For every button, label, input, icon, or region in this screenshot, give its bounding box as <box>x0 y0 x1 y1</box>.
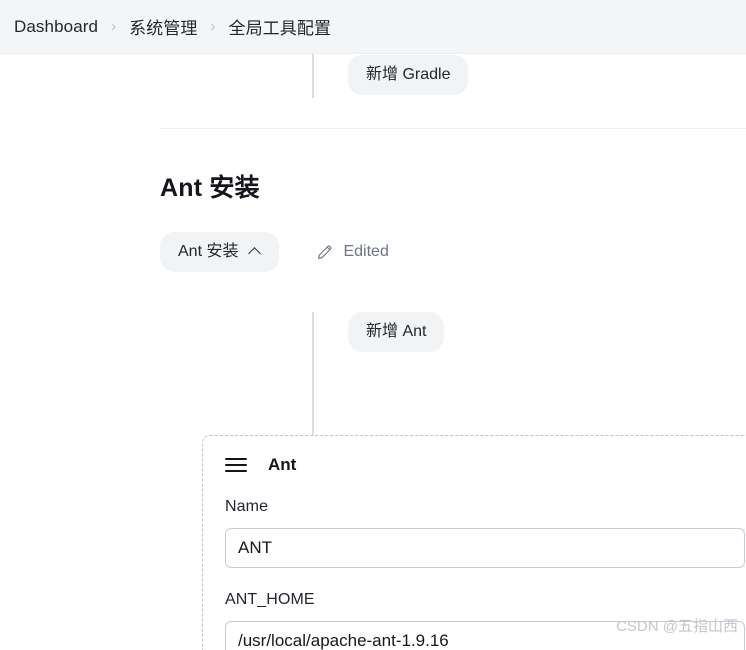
edited-status[interactable]: Edited <box>316 242 389 261</box>
ant-install-toggle-label: Ant 安装 <box>178 243 239 260</box>
add-gradle-button[interactable]: 新增 Gradle <box>348 55 469 95</box>
breadcrumb-item-dashboard[interactable]: Dashboard <box>14 17 98 37</box>
gradle-section: 新增 Gradle <box>312 54 469 98</box>
name-input[interactable] <box>225 528 745 568</box>
ant-install-toggle-button[interactable]: Ant 安装 <box>160 232 280 272</box>
edited-label: Edited <box>343 242 389 260</box>
ant-tool-card-header: Ant <box>225 454 746 476</box>
section-divider <box>160 128 746 129</box>
field-name-label: Name <box>225 498 269 515</box>
pencil-icon <box>318 245 332 259</box>
ant-tool-card-title: Ant <box>268 455 297 474</box>
chevron-up-icon <box>250 246 261 257</box>
field-ant-home-label: ANT_HOME <box>225 591 315 608</box>
breadcrumb-item-system-management[interactable]: 系统管理 <box>129 14 197 39</box>
ant-section-controls: Ant 安装 Edited <box>160 232 389 272</box>
breadcrumb: Dashboard › 系统管理 › 全局工具配置 <box>0 0 746 54</box>
add-ant-button[interactable]: 新增 Ant <box>348 312 445 352</box>
breadcrumb-separator-icon: › <box>111 18 117 35</box>
breadcrumb-item-global-tool-configuration[interactable]: 全局工具配置 <box>228 14 331 39</box>
page-content: 新增 Gradle Ant 安装 Ant 安装 Edited 新增 Ant An… <box>0 54 746 650</box>
watermark: CSDN @五指山西 <box>616 618 738 635</box>
field-name: Name <box>225 498 746 568</box>
gradle-indent-rule <box>312 54 314 98</box>
page-title: Ant 安装 <box>160 174 260 202</box>
ant-install-body: 新增 Ant <box>312 312 746 650</box>
drag-handle-icon[interactable] <box>225 454 247 476</box>
breadcrumb-separator-icon: › <box>210 18 216 35</box>
